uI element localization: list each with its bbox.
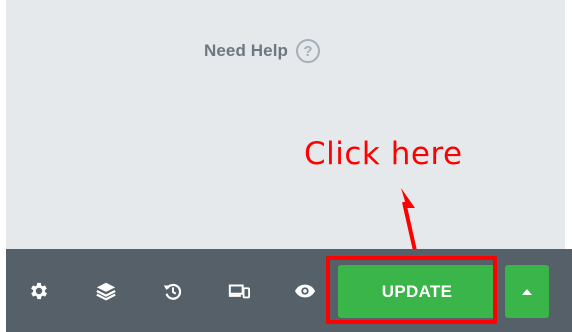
screenshot-frame: Need Help ? Click here UPDATE [0,0,572,332]
responsive-mode-button[interactable] [227,279,251,303]
question-glyph: ? [303,42,313,60]
layers-icon [96,282,116,301]
responsive-devices-icon [228,284,250,299]
question-circle-icon: ? [296,39,321,63]
gear-icon [31,282,47,300]
history-button[interactable] [161,279,185,303]
caret-up-icon [522,288,532,295]
save-options-button[interactable] [505,265,549,318]
navigator-button[interactable] [94,279,118,303]
panel-edge [565,0,572,249]
eye-preview-icon [294,284,316,298]
need-help-link[interactable]: Need Help ? [204,36,321,66]
history-icon [163,283,182,300]
click-here-annotation: Click here [304,136,463,172]
preview-button[interactable] [293,279,317,303]
settings-button[interactable] [27,279,51,303]
need-help-label: Need Help [204,41,289,60]
update-button[interactable]: UPDATE [338,265,496,318]
